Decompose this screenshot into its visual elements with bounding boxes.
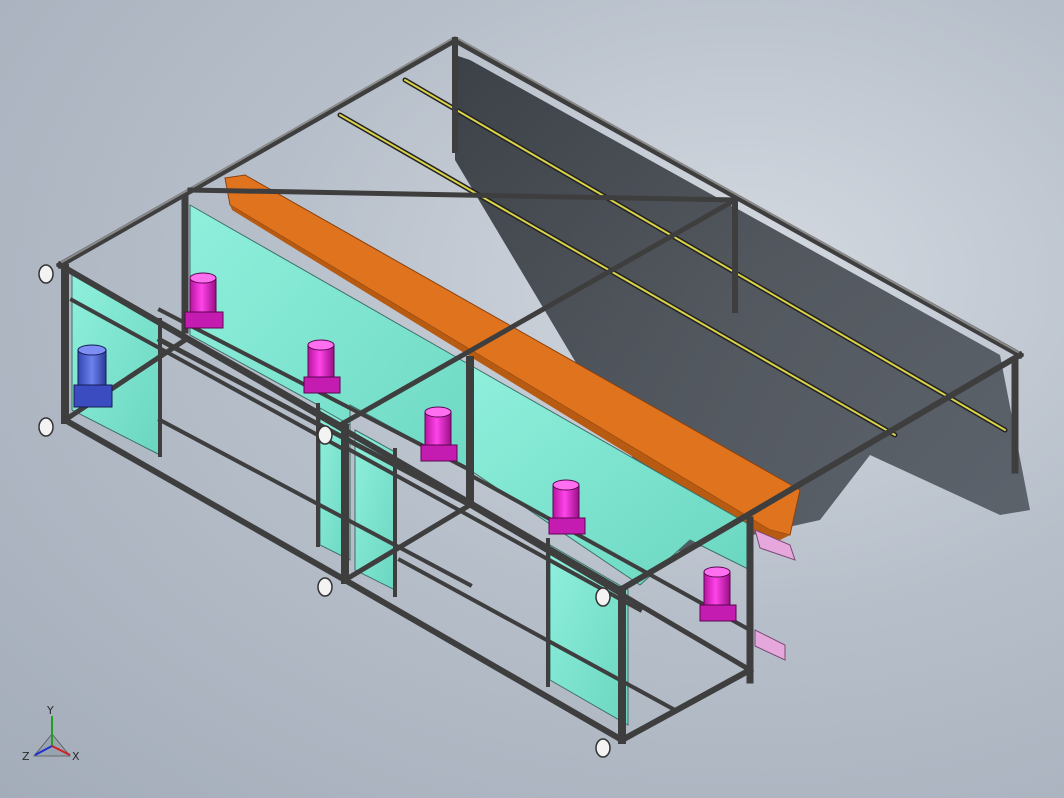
foot-4 [317, 577, 333, 597]
pink-bracket-lower [754, 629, 786, 661]
triad-z-label: Z [22, 750, 30, 763]
foot-2 [38, 417, 54, 437]
drive-motor [73, 344, 113, 408]
foot-5 [595, 587, 611, 607]
foot-3 [317, 425, 333, 445]
triad-x-label: X [72, 750, 80, 763]
cylinder-5 [699, 566, 737, 622]
triad-y-label: Y [46, 704, 54, 717]
foot-1 [38, 264, 54, 284]
assembly-graphics-area[interactable]: Y X Z [0, 0, 1064, 798]
foot-6 [595, 738, 611, 758]
coordinate-triad: Y X Z [22, 704, 80, 763]
cad-viewport[interactable]: Y X Z [0, 0, 1064, 798]
